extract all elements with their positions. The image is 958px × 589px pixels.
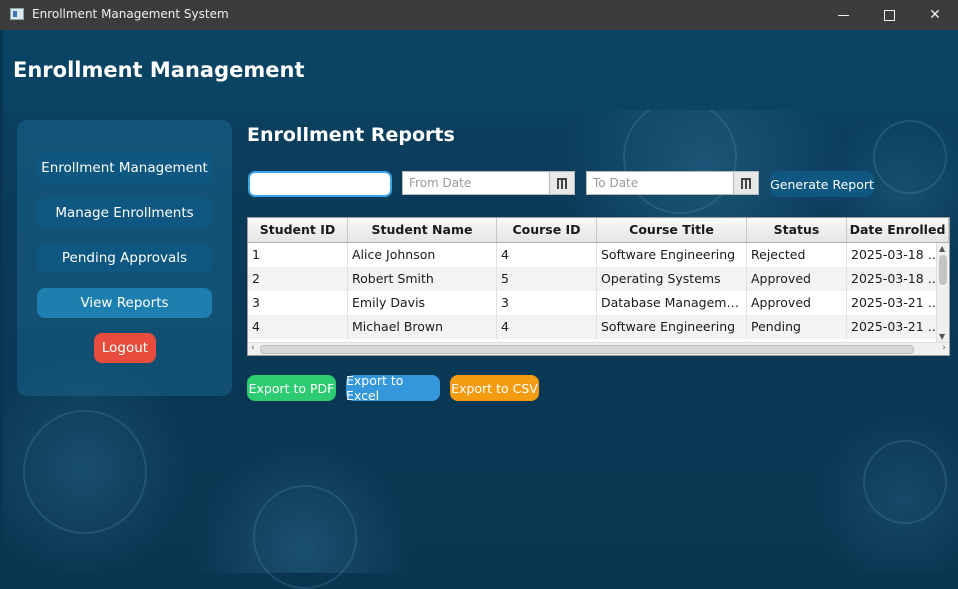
- background-decoration: [863, 440, 947, 524]
- vertical-scroll-thumb[interactable]: [939, 255, 947, 285]
- table-cell: Emily Davis: [348, 291, 497, 315]
- export-csv-button[interactable]: Export to CSV: [450, 375, 539, 401]
- table-cell: Rejected: [747, 243, 847, 267]
- column-header-status[interactable]: Status: [747, 218, 847, 242]
- scroll-right-icon[interactable]: ›: [942, 343, 946, 353]
- column-header-course-title[interactable]: Course Title: [597, 218, 747, 242]
- column-header-course-id[interactable]: Course ID: [497, 218, 597, 242]
- from-date-picker[interactable]: From Date: [402, 171, 575, 195]
- to-date-calendar-button[interactable]: [733, 172, 758, 194]
- app-header-title: Enrollment Management: [13, 58, 305, 82]
- to-date-picker[interactable]: To Date: [586, 171, 759, 195]
- reports-table[interactable]: Student ID Student Name Course ID Course…: [247, 217, 950, 356]
- table-cell: 3: [248, 291, 348, 315]
- background-decoration: [253, 485, 357, 589]
- scroll-down-icon[interactable]: ▼: [939, 332, 945, 341]
- table-row[interactable]: 3 Emily Davis 3 Database Management S...…: [248, 291, 949, 315]
- table-row[interactable]: 1 Alice Johnson 4 Software Engineering R…: [248, 243, 949, 267]
- table-body: 1 Alice Johnson 4 Software Engineering R…: [248, 243, 949, 339]
- title-bar: Enrollment Management System ✕: [0, 0, 958, 30]
- horizontal-scroll-thumb[interactable]: [260, 345, 914, 354]
- table-row[interactable]: 2 Robert Smith 5 Operating Systems Appro…: [248, 267, 949, 291]
- table-cell: 5: [497, 267, 597, 291]
- sidebar: Enrollment Management Manage Enrollments…: [17, 120, 232, 396]
- vertical-scrollbar[interactable]: ▲ ▼: [936, 243, 949, 342]
- table-cell: 3: [497, 291, 597, 315]
- background-decoration: [23, 410, 147, 534]
- table-cell: Robert Smith: [348, 267, 497, 291]
- table-cell: 2: [248, 267, 348, 291]
- table-cell: Pending: [747, 315, 847, 339]
- export-pdf-button[interactable]: Export to PDF: [247, 375, 336, 401]
- table-row[interactable]: 4 Michael Brown 4 Software Engineering P…: [248, 315, 949, 339]
- window-title: Enrollment Management System: [32, 7, 229, 21]
- sidebar-item-enrollment-management[interactable]: Enrollment Management: [37, 153, 212, 183]
- app-header: Enrollment Management: [3, 30, 958, 110]
- table-cell: 2025-03-18 22:...: [847, 267, 949, 291]
- calendar-icon: [557, 177, 567, 189]
- generate-report-button[interactable]: Generate Report: [770, 171, 874, 197]
- close-icon: ✕: [929, 7, 941, 23]
- table-cell: 4: [248, 315, 348, 339]
- scroll-up-icon[interactable]: ▲: [939, 244, 945, 253]
- column-header-student-id[interactable]: Student ID: [248, 218, 348, 242]
- from-date-placeholder: From Date: [409, 176, 472, 190]
- table-cell: 2025-03-21 17:...: [847, 315, 949, 339]
- close-button[interactable]: ✕: [912, 0, 958, 30]
- table-cell: Approved: [747, 267, 847, 291]
- app-window: Enrollment Management Enrollment Managem…: [3, 30, 958, 589]
- column-header-date-enrolled[interactable]: Date Enrolled: [847, 218, 949, 242]
- calendar-icon: [741, 177, 751, 189]
- table-cell: 2025-03-21 17:...: [847, 291, 949, 315]
- sidebar-item-pending-approvals[interactable]: Pending Approvals: [37, 243, 212, 273]
- table-cell: Approved: [747, 291, 847, 315]
- search-input[interactable]: [250, 173, 390, 195]
- column-header-student-name[interactable]: Student Name: [348, 218, 497, 242]
- table-cell: 2025-03-18 22:...: [847, 243, 949, 267]
- sidebar-item-manage-enrollments[interactable]: Manage Enrollments: [37, 198, 212, 228]
- table-cell: Software Engineering: [597, 315, 747, 339]
- app-icon: [10, 8, 24, 20]
- horizontal-scrollbar[interactable]: ‹ ›: [248, 342, 949, 355]
- maximize-icon: [883, 9, 895, 21]
- table-cell: 4: [497, 315, 597, 339]
- scroll-left-icon[interactable]: ‹: [251, 343, 255, 353]
- minimize-button[interactable]: [820, 0, 866, 30]
- table-cell: Software Engineering: [597, 243, 747, 267]
- page-title: Enrollment Reports: [247, 124, 455, 146]
- table-header: Student ID Student Name Course ID Course…: [248, 218, 949, 243]
- export-excel-button[interactable]: Export to Excel: [346, 373, 440, 403]
- minimize-icon: [837, 14, 849, 16]
- table-cell: Michael Brown: [348, 315, 497, 339]
- from-date-calendar-button[interactable]: [549, 172, 574, 194]
- table-cell: Operating Systems: [597, 267, 747, 291]
- to-date-placeholder: To Date: [593, 176, 639, 190]
- table-cell: Database Management S...: [597, 291, 747, 315]
- table-cell: 1: [248, 243, 348, 267]
- logout-button[interactable]: Logout: [94, 333, 156, 363]
- background-decoration: [873, 120, 947, 194]
- maximize-button[interactable]: [866, 0, 912, 30]
- table-cell: Alice Johnson: [348, 243, 497, 267]
- sidebar-item-view-reports[interactable]: View Reports: [37, 288, 212, 318]
- background-decoration: [623, 100, 737, 214]
- table-cell: 4: [497, 243, 597, 267]
- search-field[interactable]: [248, 171, 392, 197]
